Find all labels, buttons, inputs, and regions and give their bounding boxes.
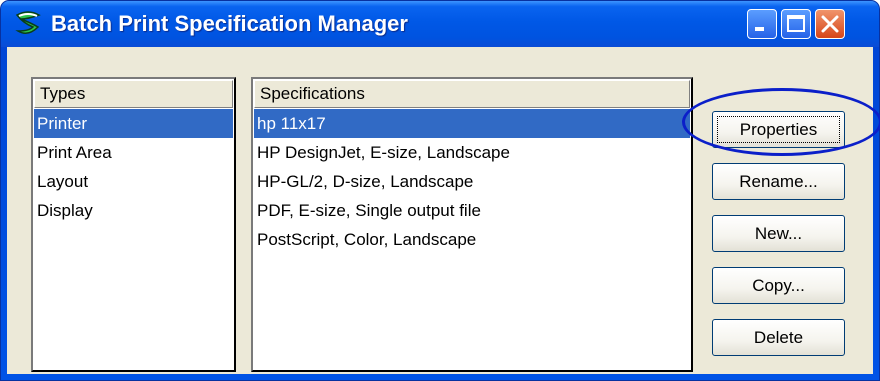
spec-item[interactable]: PostScript, Color, Landscape [254,225,690,254]
delete-button[interactable]: Delete [712,319,845,356]
window-title: Batch Print Specification Manager [51,11,408,36]
copy-button[interactable]: Copy... [712,267,845,304]
maximize-icon [787,15,805,32]
maximize-button[interactable] [781,9,811,39]
types-item-print-area[interactable]: Print Area [34,138,233,167]
close-button[interactable] [815,9,845,39]
specifications-listbox[interactable]: Specifications hp 11x17 HP DesignJet, E-… [251,77,693,372]
dialog-window: Batch Print Specification Manager Types … [0,0,880,381]
types-item-display[interactable]: Display [34,196,233,225]
close-icon [821,15,839,33]
types-listbox[interactable]: Types Printer Print Area Layout Display [31,77,236,372]
spec-item[interactable]: PDF, E-size, Single output file [254,196,690,225]
rename-button[interactable]: Rename... [712,163,845,200]
minimize-icon [755,27,764,31]
specifications-header[interactable]: Specifications [254,80,690,108]
spec-item[interactable]: HP DesignJet, E-size, Landscape [254,138,690,167]
types-item-printer[interactable]: Printer [34,109,233,138]
app-icon [15,11,41,34]
types-header[interactable]: Types [34,80,233,108]
title-bar[interactable]: Batch Print Specification Manager [1,1,879,47]
types-item-layout[interactable]: Layout [34,167,233,196]
spec-item[interactable]: HP-GL/2, D-size, Landscape [254,167,690,196]
new-button[interactable]: New... [712,215,845,252]
minimize-button[interactable] [747,9,777,39]
spec-item[interactable]: hp 11x17 [254,109,690,138]
highlight-annotation [682,88,880,156]
